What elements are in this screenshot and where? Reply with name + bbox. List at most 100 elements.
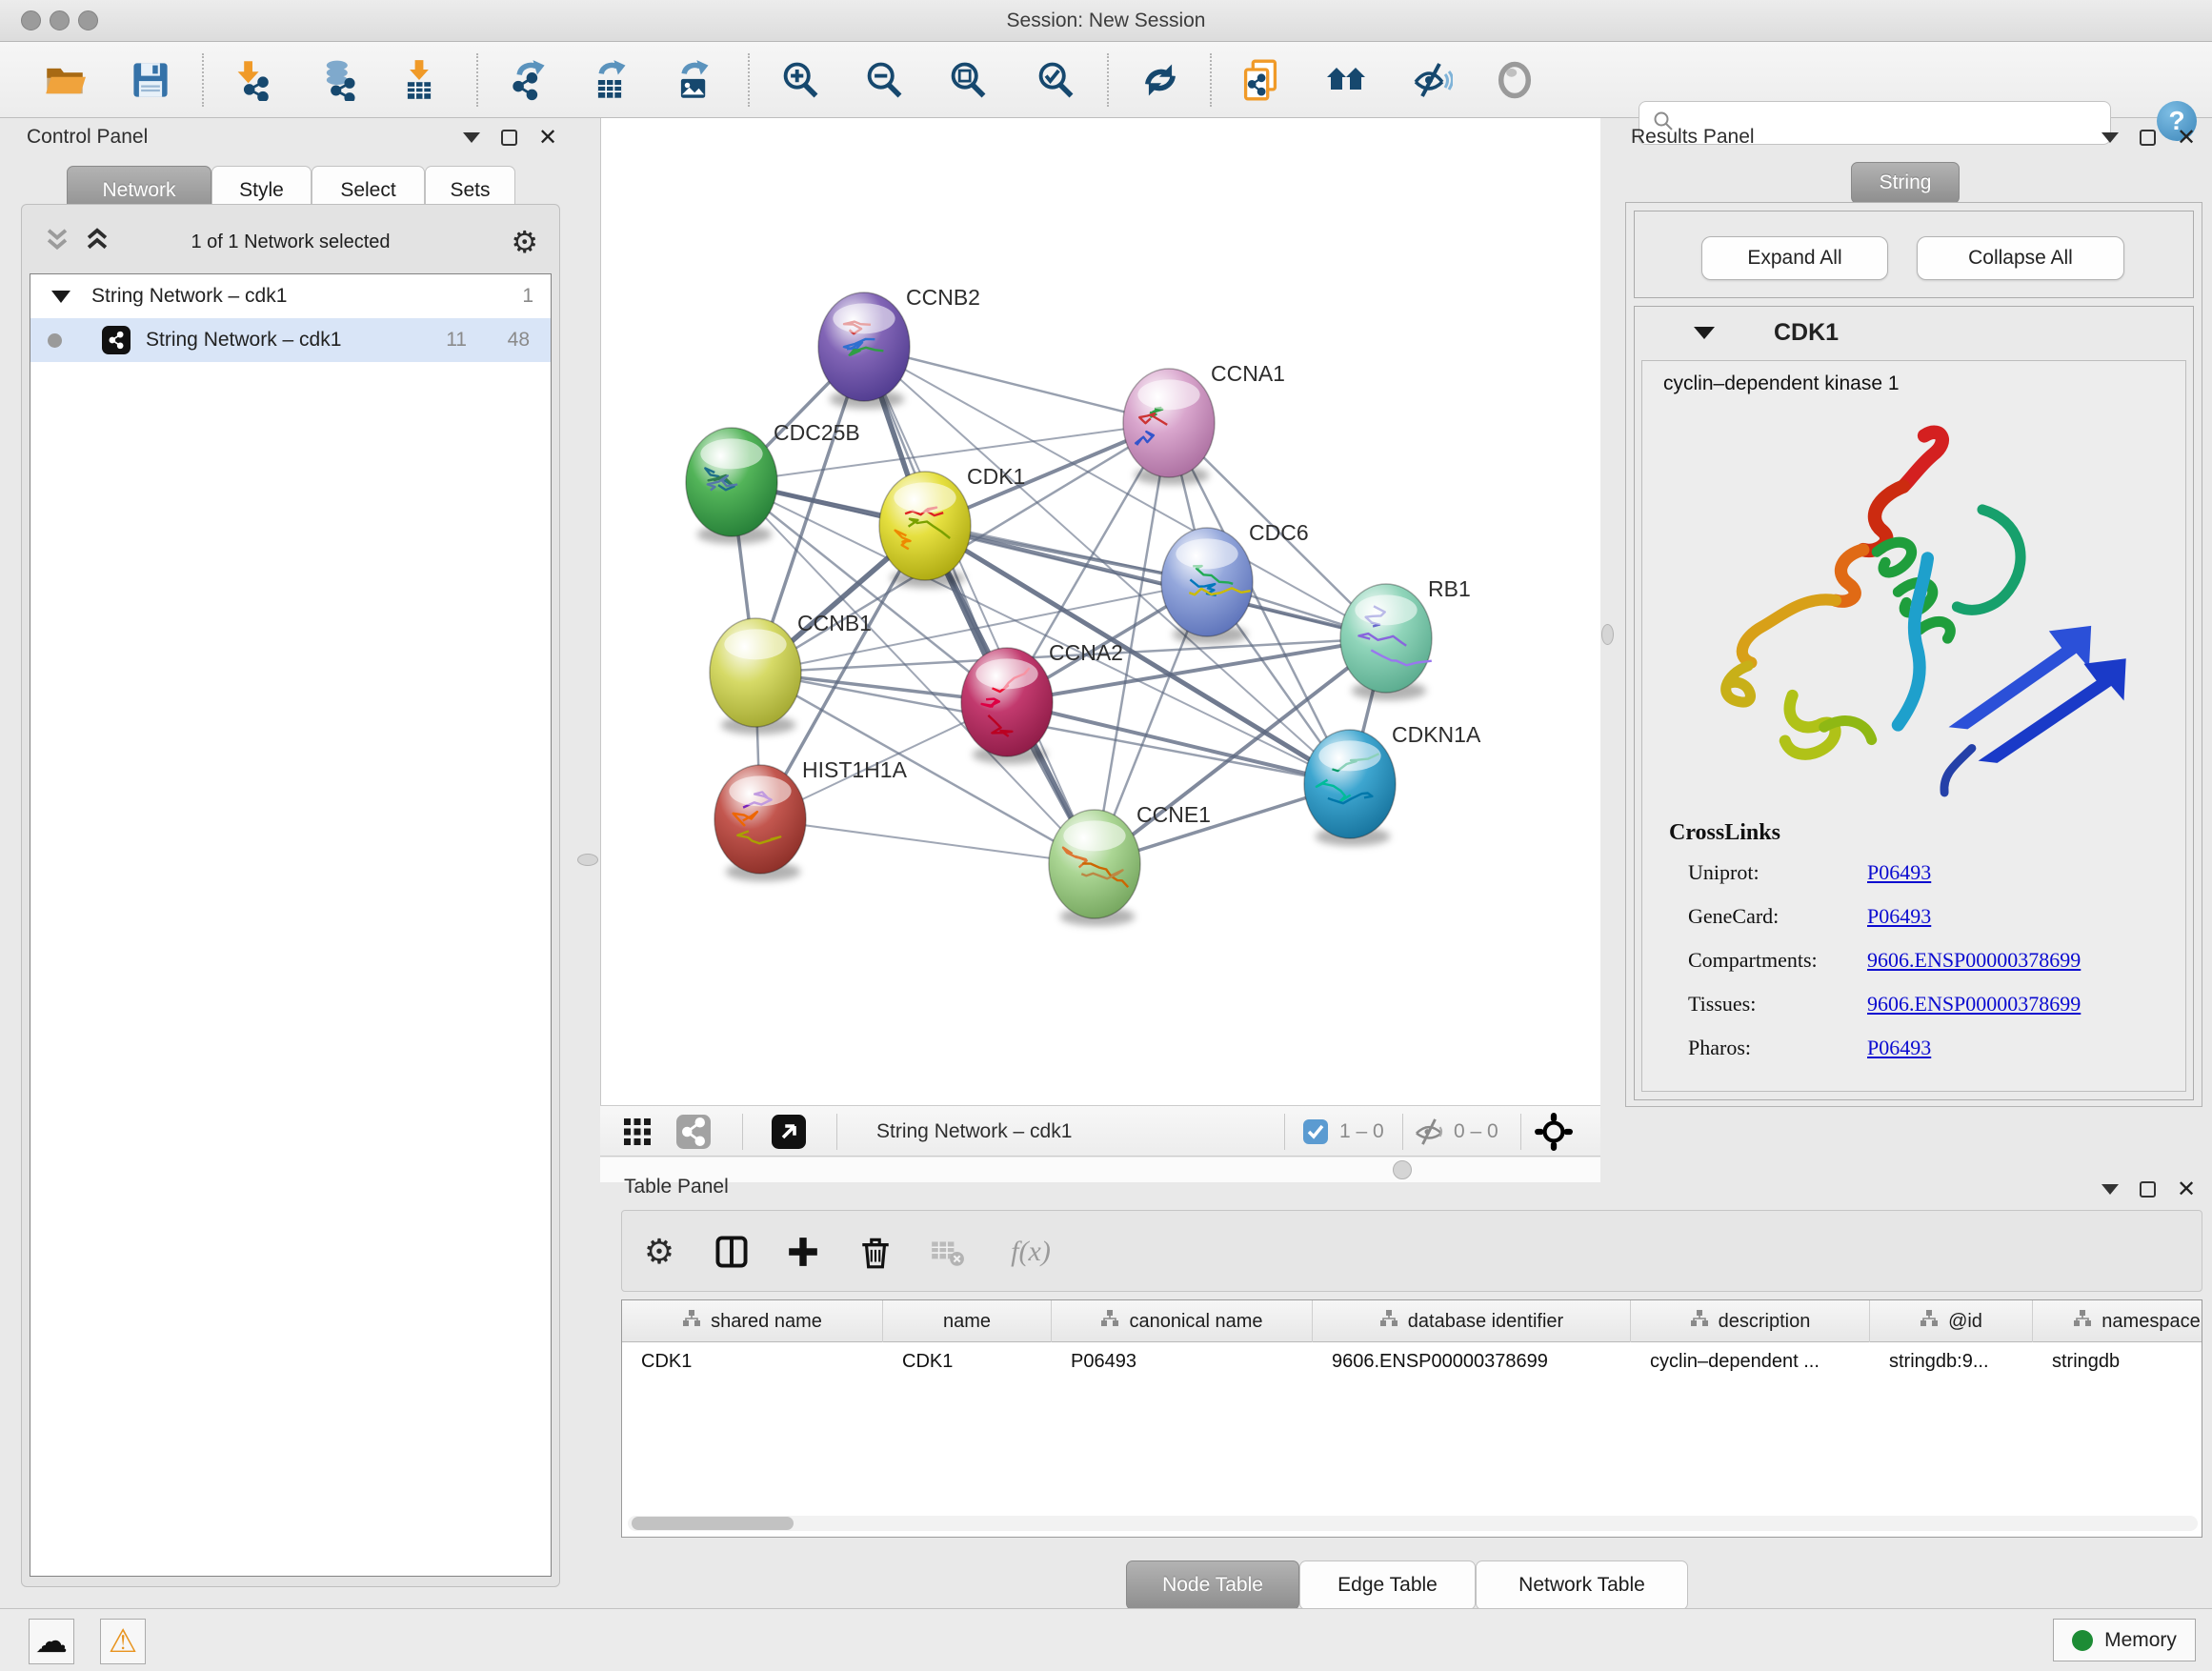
column-header-namespace[interactable]: namespace [2033,1300,2202,1342]
save-session-icon[interactable] [128,57,173,103]
memory-button[interactable]: Memory [2053,1619,2196,1661]
toolbar-separator [1210,53,1212,107]
network-row[interactable]: String Network – cdk1 11 48 [30,318,551,362]
zoom-out-icon[interactable] [861,57,907,103]
open-session-icon[interactable] [42,57,88,103]
network-canvas[interactable]: CCNB2CCNA1CDC25BCDK1CDC6RB1CCNB1CCNA2CDK… [600,118,1600,1105]
network-edge[interactable] [864,347,1169,423]
create-column-icon[interactable] [781,1230,825,1274]
detach-view-icon[interactable] [772,1106,806,1158]
apply-preferred-layout-icon[interactable] [1137,57,1183,103]
column-header-database-identifier[interactable]: database identifier [1313,1300,1631,1342]
network-column-icon [2073,1309,2092,1334]
collection-expander-icon[interactable] [51,291,70,303]
column-header-name[interactable]: name [883,1300,1052,1342]
close-panel-icon[interactable]: ✕ [538,130,557,146]
close-panel-icon[interactable]: ✕ [2177,130,2196,146]
crosslink-label: Uniprot: [1688,860,1760,885]
network-node-CCNE1[interactable]: CCNE1 [1049,802,1211,926]
left-splitter-handle[interactable] [577,854,598,866]
network-share-icon[interactable] [676,1106,711,1158]
tab-network-table[interactable]: Network Table [1476,1560,1688,1610]
cloud-status-icon[interactable]: ☁ [29,1619,74,1664]
table-horizontal-scrollbar[interactable] [628,1516,2198,1531]
expand-all-button[interactable]: Expand All [1701,236,1888,280]
tab-node-table[interactable]: Node Table [1126,1560,1299,1610]
crosslink-link[interactable]: 9606.ENSP00000378699 [1867,992,2081,1017]
network-node-CDKN1A[interactable]: CDKN1A [1304,722,1481,846]
crosslink-link[interactable]: P06493 [1867,860,1931,885]
show-columns-icon[interactable] [710,1230,754,1274]
panel-menu-icon[interactable] [463,132,480,143]
network-node-CCNB2[interactable]: CCNB2 [818,285,980,409]
column-header-canonical-name[interactable]: canonical name [1052,1300,1313,1342]
table-cell[interactable]: P06493 [1052,1342,1313,1380]
float-panel-icon[interactable] [501,130,517,146]
network-edge[interactable] [1007,702,1350,784]
birds-eye-view-icon[interactable] [1534,1106,1574,1158]
table-tabs: Node TableEdge TableNetwork Table [1126,1560,1688,1610]
import-table-from-file-icon[interactable] [396,57,442,103]
export-table-icon[interactable] [587,57,633,103]
bottom-splitter-handle[interactable] [1393,1160,1412,1179]
float-panel-icon[interactable] [2140,130,2156,146]
export-network-icon[interactable] [505,57,551,103]
table-options-gear-icon[interactable]: ⚙ [637,1230,681,1274]
export-image-icon[interactable] [670,57,715,103]
tab-string[interactable]: String [1851,162,1960,204]
column-header-description[interactable]: description [1631,1300,1870,1342]
table-cell[interactable]: CDK1 [883,1342,1052,1380]
zoom-selected-icon[interactable] [1033,57,1078,103]
show-grid-icon[interactable] [621,1106,654,1158]
table-cell[interactable]: stringdb [2033,1342,2202,1380]
right-splitter-handle[interactable] [1601,624,1614,645]
string-network-icon [102,326,131,354]
section-collapse-icon[interactable] [1694,327,1715,339]
hide-selected-icon[interactable] [1409,57,1455,103]
float-panel-icon[interactable] [2140,1181,2156,1198]
crosslink-link[interactable]: 9606.ENSP00000378699 [1867,948,2081,973]
network-edge[interactable] [760,819,1095,864]
network-collection-row[interactable]: String Network – cdk1 1 [30,274,551,318]
horizontal-splitter[interactable] [600,1158,1600,1182]
network-node-CCNA1[interactable]: CCNA1 [1123,361,1285,485]
table-header-row: shared name name canonical namedatabase id… [622,1300,2202,1342]
warning-icon[interactable]: ⚠ [100,1619,146,1664]
crosslink-link[interactable]: P06493 [1867,904,1931,929]
import-network-from-file-icon[interactable] [230,57,275,103]
column-header-shared-name[interactable]: shared name [622,1300,883,1342]
hidden-counts: 0 – 0 [1454,1106,1498,1158]
panel-menu-icon[interactable] [2101,132,2119,143]
node-label: HIST1H1A [802,757,908,782]
collapse-all-button[interactable]: Collapse All [1917,236,2124,280]
zoom-fit-icon[interactable] [945,57,991,103]
delete-column-icon[interactable] [854,1230,897,1274]
gene-section-header[interactable]: CDK1 [1635,307,2193,358]
show-all-icon[interactable] [1492,57,1538,103]
table-cell[interactable]: stringdb:9... [1870,1342,2033,1380]
network-edge[interactable] [925,526,1386,638]
network-node-RB1[interactable]: RB1 [1340,576,1471,700]
selected-checkbox-icon[interactable] [1303,1106,1328,1158]
table-row[interactable]: CDK1CDK1P064939606.ENSP00000378699cyclin… [622,1342,2202,1380]
import-network-from-database-icon[interactable] [316,57,362,103]
network-node-HIST1H1A[interactable]: HIST1H1A [714,757,908,881]
column-header-label: name [943,1311,991,1333]
column-header-@id[interactable]: @id [1870,1300,2033,1342]
tab-edge-table[interactable]: Edge Table [1299,1560,1476,1610]
first-neighbors-icon[interactable] [1323,57,1369,103]
crosslink-link[interactable]: P06493 [1867,1036,1931,1060]
zoom-in-icon[interactable] [777,57,823,103]
scrollbar-thumb[interactable] [632,1517,794,1530]
table-cell[interactable]: 9606.ENSP00000378699 [1313,1342,1631,1380]
table-cell[interactable]: CDK1 [622,1342,883,1380]
crosslink-row: GeneCard:P06493 [1688,896,2174,940]
panel-menu-icon[interactable] [2101,1184,2119,1195]
close-panel-icon[interactable]: ✕ [2177,1181,2196,1198]
table-cell[interactable]: cyclin–dependent ... [1631,1342,1870,1380]
network-options-gear-icon[interactable]: ⚙ [511,227,538,257]
network-node-CCNB1[interactable]: CCNB1 [710,611,872,735]
crosslink-row: Compartments:9606.ENSP00000378699 [1688,940,2174,984]
network-node-CDK1[interactable]: CDK1 [879,464,1025,588]
clone-network-icon[interactable] [1237,57,1283,103]
